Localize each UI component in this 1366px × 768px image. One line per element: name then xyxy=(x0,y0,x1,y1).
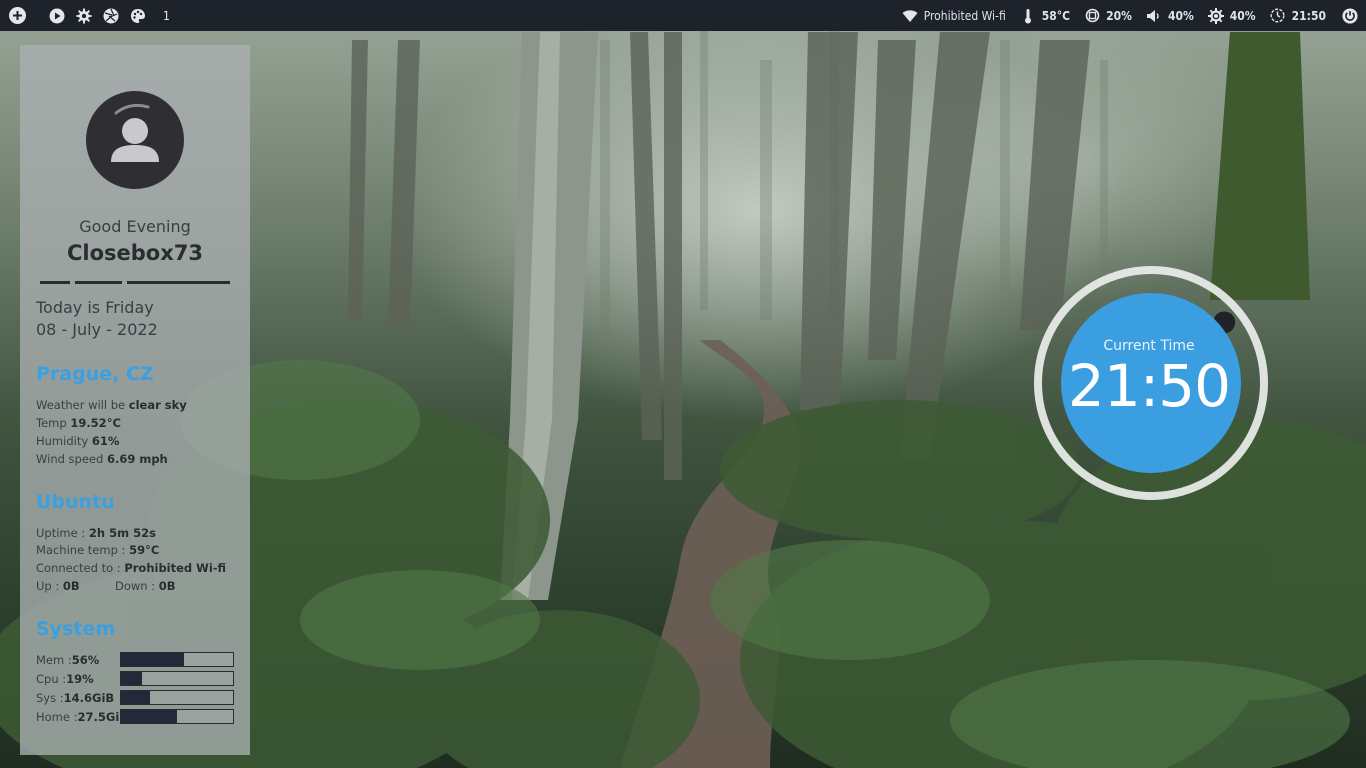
weather-condition-label: Weather will be xyxy=(36,398,129,412)
weather-temp: Temp 19.52°C xyxy=(36,416,121,430)
home-usage-fill xyxy=(121,710,177,723)
user-icon xyxy=(111,103,159,162)
volume-label: 40% xyxy=(1167,8,1194,23)
temperature-status[interactable]: 58°C xyxy=(1020,8,1070,24)
ubuntu-section-title: Ubuntu xyxy=(36,491,115,513)
clock-time: 21:50 xyxy=(1067,352,1231,420)
brightness-status[interactable]: 40% xyxy=(1207,7,1256,24)
topbar-left-group: 1 xyxy=(8,0,170,31)
divider xyxy=(127,281,230,284)
uptime-label: Uptime : xyxy=(36,526,89,540)
top-bar: 1 Prohibited Wi-fi 58°C 20% 40% 40% 21:5… xyxy=(0,0,1366,31)
volume-status[interactable]: 40% xyxy=(1146,8,1194,24)
palette-icon[interactable] xyxy=(128,6,147,25)
wifi-icon xyxy=(902,8,918,24)
mem-row: Mem :56% xyxy=(36,653,99,667)
weather-wind: Wind speed 6.69 mph xyxy=(36,452,168,466)
weather-humidity: Humidity 61% xyxy=(36,434,119,448)
connection-label: Connected to : xyxy=(36,561,125,575)
sys-row: Sys :14.6GiB xyxy=(36,691,114,705)
sys-value: 14.6GiB xyxy=(63,691,115,705)
home-usage-bar xyxy=(120,709,234,724)
download-row: Down : 0B xyxy=(115,579,176,593)
upload-value: 0B xyxy=(62,579,80,593)
machine-temp-label: Machine temp : xyxy=(36,543,130,557)
cpu-usage-bar xyxy=(120,671,234,686)
uptime-value: 2h 5m 52s xyxy=(88,526,156,540)
workspace-indicator[interactable]: 1 xyxy=(163,9,170,23)
cpu-row: Cpu :19% xyxy=(36,672,94,686)
weather-condition: Weather will be clear sky xyxy=(36,398,187,412)
plus-circle-icon[interactable] xyxy=(8,6,27,25)
cpu-status[interactable]: 20% xyxy=(1084,8,1132,24)
cpu-label: 20% xyxy=(1106,8,1132,23)
weather-humidity-label: Humidity xyxy=(36,434,92,448)
download-value: 0B xyxy=(158,579,176,593)
clock-label: 21:50 xyxy=(1291,8,1326,23)
cpu-usage-fill xyxy=(121,672,143,685)
divider xyxy=(75,281,122,284)
username: Closebox73 xyxy=(66,241,203,265)
upload-row: Up : 0B xyxy=(36,579,80,593)
mem-usage-fill xyxy=(121,653,184,666)
home-row: Home :27.5GiB xyxy=(36,710,128,724)
gear-icon[interactable] xyxy=(74,6,93,25)
weather-condition-value: clear sky xyxy=(128,398,187,412)
weather-humidity-value: 61% xyxy=(91,434,120,448)
date-text: 08 - July - 2022 xyxy=(36,320,158,339)
wifi-label: Prohibited Wi-fi xyxy=(923,8,1006,23)
temperature-label: 58°C xyxy=(1041,8,1071,23)
divider xyxy=(40,281,70,284)
mem-value: 56% xyxy=(71,653,100,667)
greeting-text: Good Evening xyxy=(79,217,191,236)
brightness-label: 40% xyxy=(1229,8,1256,23)
conky-side-panel: Good Evening Closebox73 Today is Friday … xyxy=(20,45,250,755)
play-icon[interactable] xyxy=(47,6,66,25)
weather-section-title: Prague, CZ xyxy=(36,363,154,385)
power-icon xyxy=(1342,7,1358,24)
speaker-icon xyxy=(1146,8,1162,24)
weather-temp-label: Temp xyxy=(36,416,71,430)
thermometer-icon xyxy=(1020,8,1036,24)
sys-usage-fill xyxy=(121,691,151,704)
wifi-status[interactable]: Prohibited Wi-fi xyxy=(902,8,1006,24)
machine-temp-value: 59°C xyxy=(129,543,160,557)
mem-label: Mem : xyxy=(36,653,72,667)
upload-label: Up : xyxy=(36,579,63,593)
topbar-right-group: Prohibited Wi-fi 58°C 20% 40% 40% 21:50 xyxy=(888,0,1358,31)
connection-row: Connected to : Prohibited Wi-fi xyxy=(36,561,226,575)
power-button[interactable] xyxy=(1342,7,1358,24)
clock-status[interactable]: 21:50 xyxy=(1270,8,1326,24)
machine-temp-row: Machine temp : 59°C xyxy=(36,543,159,557)
avatar xyxy=(86,91,184,189)
brightness-icon xyxy=(1207,7,1224,24)
system-section-title: System xyxy=(36,618,116,640)
weather-temp-value: 19.52°C xyxy=(70,416,121,430)
uptime-row: Uptime : 2h 5m 52s xyxy=(36,526,156,540)
cpu-label: Cpu : xyxy=(36,672,67,686)
weather-wind-value: 6.69 mph xyxy=(106,452,168,466)
mem-usage-bar xyxy=(120,652,234,667)
download-label: Down : xyxy=(115,579,159,593)
connection-value: Prohibited Wi-fi xyxy=(124,561,227,575)
day-text: Today is Friday xyxy=(36,298,154,317)
cpu-icon xyxy=(1084,8,1100,24)
sys-usage-bar xyxy=(120,690,234,705)
cpu-value: 19% xyxy=(66,672,94,686)
clock-icon xyxy=(1270,8,1286,24)
home-label: Home : xyxy=(36,710,78,724)
weather-wind-label: Wind speed xyxy=(36,452,107,466)
sys-label: Sys : xyxy=(36,691,64,705)
aperture-icon[interactable] xyxy=(101,6,120,25)
